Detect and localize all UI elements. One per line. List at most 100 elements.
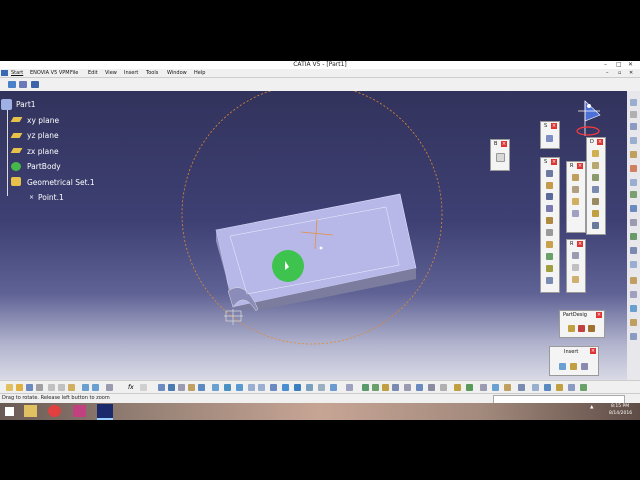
cut-icon[interactable] [48,384,55,391]
pattern-icon[interactable] [592,222,599,229]
sketch-based-icon[interactable] [578,325,585,332]
multi-view-icon[interactable] [282,384,289,391]
tool-icon[interactable] [392,384,399,391]
geometry-canvas[interactable] [0,91,627,380]
blank-tool-icon[interactable] [496,153,505,162]
tool-icon[interactable] [178,384,185,391]
shell-icon[interactable] [572,210,579,217]
insert-geometrical-set-icon[interactable] [570,363,577,370]
zoom-in-icon[interactable] [248,384,255,391]
dress-up-icon[interactable] [588,325,595,332]
tool-icon[interactable] [630,205,637,212]
undo-icon[interactable] [82,384,89,391]
app-icon[interactable] [73,405,86,417]
translate-icon[interactable] [592,198,599,205]
tool-icon[interactable] [428,384,435,391]
tree-item-yz-plane[interactable]: yz plane [27,131,59,140]
close-button[interactable]: ✕ [628,61,633,68]
tool-icon[interactable] [630,261,637,268]
pad-icon[interactable] [546,170,553,177]
tree-item-point-1[interactable]: Point.1 [38,193,64,202]
selection-filter-icon[interactable] [19,81,27,88]
hide-show-icon[interactable] [318,384,325,391]
close-surface-icon[interactable] [592,174,599,181]
tool-icon[interactable] [630,305,637,312]
stiffener-icon[interactable] [546,253,553,260]
slot-icon[interactable] [546,241,553,248]
tool-icon[interactable] [630,99,637,106]
annotation-icon[interactable] [572,276,579,283]
fit-all-icon[interactable] [212,384,219,391]
toolbar-close-button[interactable]: × [590,348,596,354]
tool-icon[interactable] [544,384,551,391]
copy-icon[interactable] [58,384,65,391]
no-3d-selection-icon[interactable] [8,81,16,88]
minimize-button[interactable]: – [604,61,607,68]
mirror-icon[interactable] [592,210,599,217]
tool-icon[interactable] [532,384,539,391]
tool-icon[interactable] [346,384,353,391]
new-icon[interactable] [6,384,13,391]
tray-arrow-icon[interactable]: ▲ [590,405,593,410]
tool-icon[interactable] [492,384,499,391]
remove-loft-icon[interactable] [546,277,553,284]
pocket-icon[interactable] [546,182,553,189]
insert-body-icon[interactable] [559,363,566,370]
maximize-button[interactable]: □ [616,61,622,68]
tool-icon[interactable] [630,277,637,284]
tool-icon[interactable] [630,191,637,198]
whats-this-icon[interactable] [106,384,113,391]
part-icon[interactable] [1,99,12,110]
tool-icon[interactable] [466,384,473,391]
part-design-icon[interactable] [568,325,575,332]
toolbar-close-button[interactable]: × [551,159,557,165]
doc-close-button[interactable]: ✕ [629,70,633,76]
menu-insert[interactable]: Insert [124,70,138,76]
tools-palette-icon[interactable] [31,81,39,88]
formula-icon[interactable]: fx [128,384,134,391]
normal-view-icon[interactable] [270,384,277,391]
tool-icon[interactable] [630,233,637,240]
tool-icon[interactable] [580,384,587,391]
tool-icon[interactable] [630,333,637,340]
pan-icon[interactable] [224,384,231,391]
tool-icon[interactable] [630,151,637,158]
comment-icon[interactable] [140,384,147,391]
menu-tools[interactable]: Tools [146,70,158,76]
print-icon[interactable] [36,384,43,391]
menu-help[interactable]: Help [194,70,205,76]
tool-icon[interactable] [372,384,379,391]
toolbar-close-button[interactable]: × [596,312,602,318]
swap-visible-space-icon[interactable] [330,384,337,391]
menu-enovia[interactable]: ENOVIA V5 VPM [30,70,70,76]
tree-item-geometrical-set[interactable]: Geometrical Set.1 [27,178,95,187]
tool-icon[interactable] [198,384,205,391]
menu-start[interactable]: Start [11,70,23,76]
thick-surface-icon[interactable] [592,162,599,169]
tool-icon[interactable] [630,179,637,186]
tool-icon[interactable] [630,123,637,130]
toolbar-close-button[interactable]: × [551,123,557,129]
catia-logo-icon[interactable] [1,70,8,76]
toolbar-close-button[interactable]: × [501,141,507,147]
menu-view[interactable]: View [105,70,117,76]
doc-minimize-button[interactable]: – [606,70,609,76]
tool-icon[interactable] [504,384,511,391]
orientation-compass-icon[interactable] [576,100,601,136]
shading-icon[interactable] [306,384,313,391]
catia-taskbar-icon[interactable] [97,404,113,420]
tool-icon[interactable] [188,384,195,391]
tool-icon[interactable] [630,219,637,226]
tool-icon[interactable] [518,384,525,391]
file-explorer-icon[interactable] [24,405,37,417]
tree-item-partbody[interactable]: PartBody [27,162,61,171]
open-icon[interactable] [16,384,23,391]
split-icon[interactable] [592,150,599,157]
sketcher-icon[interactable] [546,135,553,142]
hole-icon[interactable] [546,217,553,224]
tool-icon[interactable] [630,247,637,254]
tool-icon[interactable] [630,319,637,326]
loft-icon[interactable] [546,265,553,272]
tool-icon[interactable] [556,384,563,391]
tree-item-xy-plane[interactable]: xy plane [27,116,59,125]
